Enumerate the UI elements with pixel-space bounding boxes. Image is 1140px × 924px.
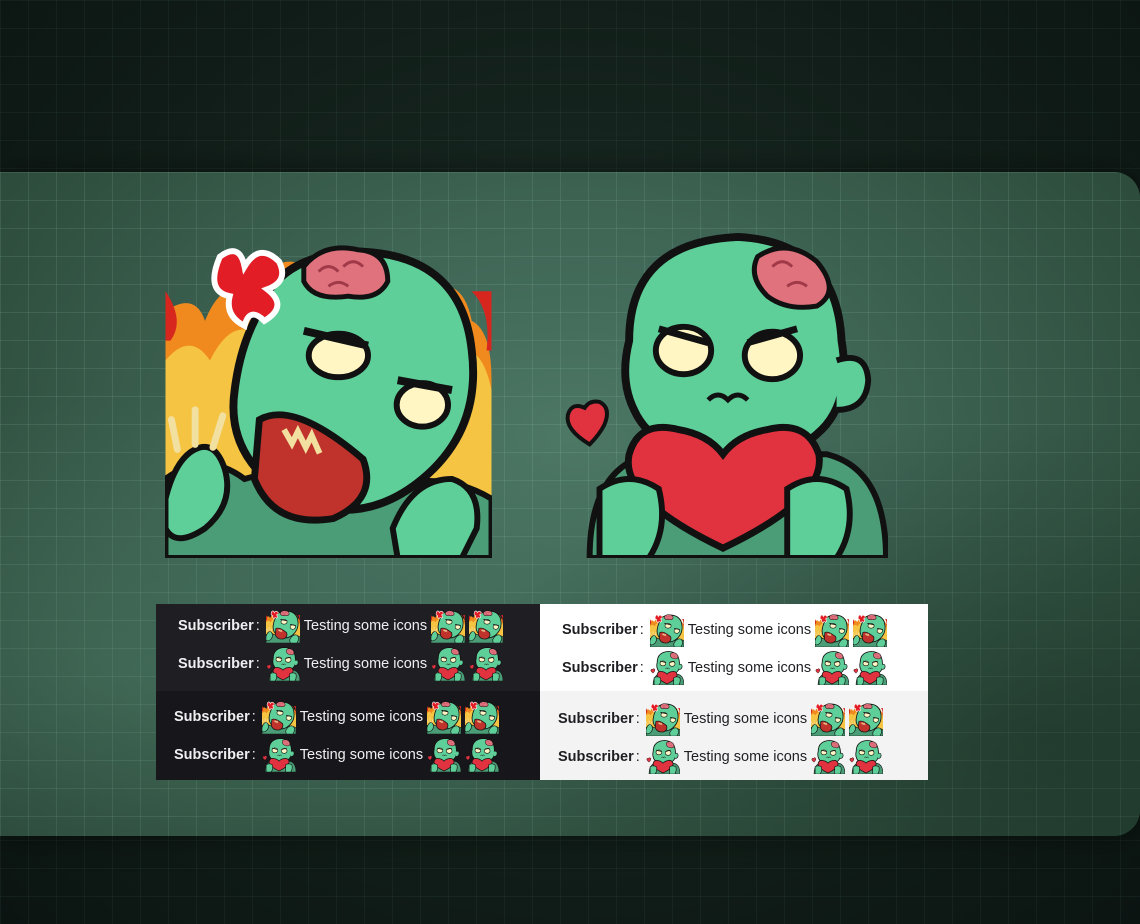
love-zombie-icon — [811, 740, 846, 774]
love-zombie-icon — [815, 651, 850, 685]
chat-message: Testing some icons — [303, 618, 428, 634]
chat-preview-dark-2: Subscriber : Testing some icons Subscrib… — [156, 691, 540, 780]
chat-username: Subscriber — [174, 709, 250, 725]
love-zombie-icon — [262, 738, 296, 772]
chat-separator: : — [251, 709, 256, 725]
love-zombie-icon — [849, 740, 884, 774]
chat-message: Testing some icons — [687, 660, 812, 676]
love-zombie-icon — [465, 738, 500, 772]
chat-line: Subscriber : Testing some icons — [562, 612, 888, 648]
chat-message: Testing some icons — [303, 656, 428, 672]
chat-username: Subscriber — [562, 622, 638, 638]
chat-preview-dark-1: Subscriber : Testing some icons Subscrib… — [156, 604, 540, 691]
chat-message: Testing some icons — [299, 709, 424, 725]
rage-zombie-icon — [265, 610, 300, 643]
chat-line: Subscriber : Testing some icons — [178, 608, 504, 644]
chat-separator: : — [635, 749, 640, 765]
chat-username: Subscriber — [558, 711, 634, 727]
chat-username: Subscriber — [174, 747, 250, 763]
chat-separator: : — [635, 711, 640, 727]
chat-separator: : — [255, 618, 260, 634]
rage-zombie-icon — [431, 610, 466, 643]
rage-zombie-icon — [649, 614, 684, 647]
love-zombie-icon — [266, 647, 300, 681]
rage-zombie-icon — [261, 701, 296, 734]
chat-message: Testing some icons — [683, 711, 808, 727]
rage-zombie-icon — [427, 701, 462, 734]
chat-previews: Subscriber : Testing some icons Subscrib… — [156, 604, 928, 780]
love-zombie-icon — [558, 232, 888, 558]
chat-line: Subscriber : Testing some icons — [178, 646, 504, 682]
love-zombie-icon — [469, 647, 504, 681]
love-zombie-icon — [427, 738, 462, 772]
chat-username: Subscriber — [178, 618, 254, 634]
chat-preview-light-2: Subscriber : Testing some icons Subscrib… — [540, 691, 928, 780]
chat-preview-light-1: Subscriber : Testing some icons Subscrib… — [540, 604, 928, 691]
love-zombie-icon — [650, 651, 684, 685]
chat-line: Subscriber : Testing some icons — [562, 650, 888, 686]
chat-line: Subscriber : Testing some icons — [174, 737, 500, 773]
chat-message: Testing some icons — [299, 747, 424, 763]
chat-message: Testing some icons — [687, 622, 812, 638]
rage-zombie-icon — [645, 703, 680, 736]
chat-line: Subscriber : Testing some icons — [558, 701, 884, 737]
rage-zombie-icon — [811, 703, 846, 736]
love-zombie-icon — [646, 740, 680, 774]
chat-username: Subscriber — [562, 660, 638, 676]
rage-zombie-icon — [465, 701, 500, 734]
chat-separator: : — [639, 622, 644, 638]
rage-zombie-icon — [165, 232, 492, 558]
rage-zombie-icon — [469, 610, 504, 643]
chat-separator: : — [255, 656, 260, 672]
rage-zombie-icon — [849, 703, 884, 736]
chat-separator: : — [251, 747, 256, 763]
chat-username: Subscriber — [178, 656, 254, 672]
chat-message: Testing some icons — [683, 749, 808, 765]
rage-zombie-icon — [853, 614, 888, 647]
love-zombie-icon — [431, 647, 466, 681]
chat-separator: : — [639, 660, 644, 676]
chat-line: Subscriber : Testing some icons — [558, 739, 884, 775]
rage-zombie-icon — [815, 614, 850, 647]
love-zombie-icon — [853, 651, 888, 685]
chat-username: Subscriber — [558, 749, 634, 765]
chat-line: Subscriber : Testing some icons — [174, 699, 500, 735]
